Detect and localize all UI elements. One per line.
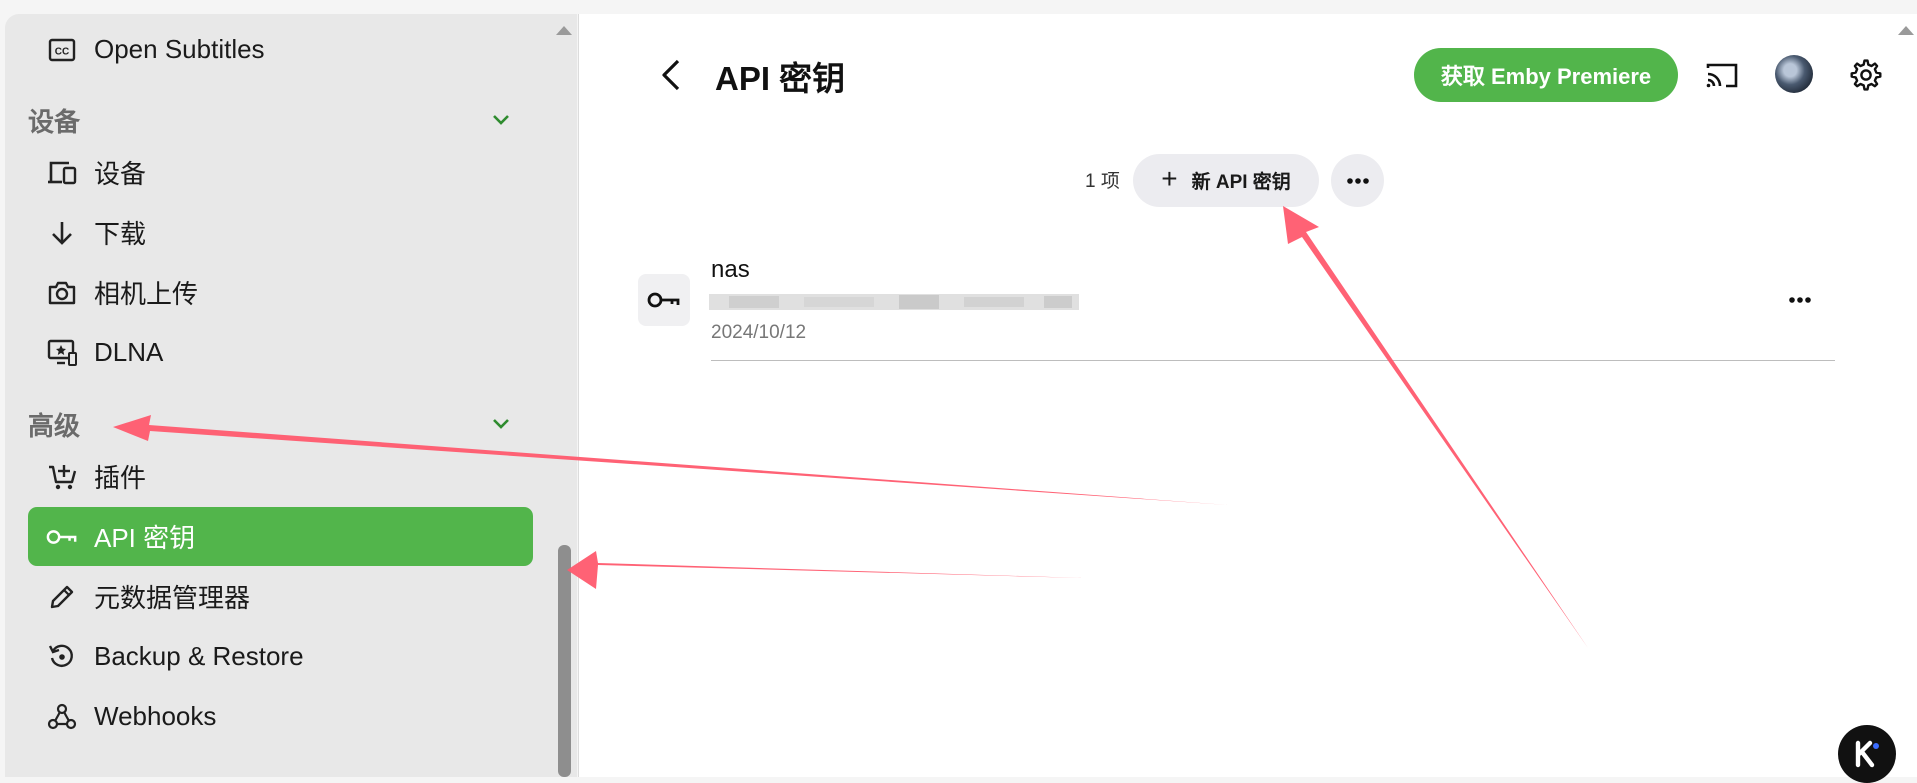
main-content — [578, 14, 1917, 777]
list-divider — [711, 360, 1835, 361]
sidebar-item-backup-restore[interactable]: Backup & Restore — [28, 627, 533, 686]
sidebar-item-dlna[interactable]: DLNA — [28, 323, 533, 382]
new-api-key-button[interactable]: + 新 API 密钥 — [1133, 154, 1319, 207]
get-premiere-button[interactable]: 获取 Emby Premiere — [1414, 48, 1678, 102]
section-title: 高级 — [28, 410, 81, 441]
chevron-down-icon[interactable] — [489, 108, 513, 132]
new-api-key-label: 新 API 密钥 — [1191, 172, 1291, 193]
sidebar-section-header: 高级 — [28, 404, 533, 444]
sidebar-item-downloads[interactable]: 下载 — [28, 203, 533, 262]
item-count: 1 项 — [1085, 171, 1120, 192]
sidebar-item-open-subtitles[interactable]: CC Open Subtitles — [28, 20, 533, 79]
key-icon — [46, 521, 78, 553]
key-list-icon — [638, 274, 690, 326]
sidebar-item-label: Open Subtitles — [94, 34, 265, 64]
sidebar-item-label: 相机上传 — [94, 279, 199, 309]
arrow-down-icon — [46, 217, 78, 249]
svg-text:CC: CC — [55, 46, 69, 57]
k-logo-badge[interactable] — [1838, 725, 1896, 783]
pencil-icon — [46, 581, 78, 613]
sidebar-scrollbar-thumb[interactable] — [558, 545, 571, 777]
cart-plus-icon — [46, 461, 78, 493]
closed-captions-icon: CC — [46, 34, 78, 66]
api-key-name[interactable]: nas — [711, 256, 750, 284]
user-avatar[interactable] — [1775, 55, 1813, 93]
gear-icon[interactable] — [1846, 55, 1886, 95]
sidebar-item-label: 设备 — [94, 159, 147, 189]
api-key-value-redacted — [709, 294, 1079, 310]
plus-icon: + — [1161, 163, 1178, 194]
restore-icon — [46, 641, 78, 673]
chevron-down-icon[interactable] — [489, 412, 513, 436]
sidebar-item-api-keys[interactable]: API 密钥 — [28, 507, 533, 566]
main-scroll-up-arrow[interactable] — [1898, 26, 1914, 35]
dlna-icon — [46, 337, 78, 369]
api-key-date: 2024/10/12 — [711, 322, 807, 343]
ellipsis-icon — [1346, 177, 1369, 184]
sidebar-item-label: DLNA — [94, 337, 164, 367]
sidebar-item-label: API 密钥 — [94, 523, 196, 553]
sidebar-item-label: 下载 — [94, 219, 147, 249]
devices-icon — [46, 157, 78, 189]
sidebar-item-camera-upload[interactable]: 相机上传 — [28, 263, 533, 322]
sidebar-item-label: 元数据管理器 — [94, 583, 251, 613]
cast-icon[interactable] — [1702, 55, 1742, 95]
sidebar-item-plugins[interactable]: 插件 — [28, 447, 533, 506]
back-arrow-icon[interactable] — [652, 55, 692, 95]
page-title: API 密钥 — [715, 60, 846, 97]
sidebar-scroll-up-arrow[interactable] — [556, 26, 572, 35]
sidebar-item-metadata-manager[interactable]: 元数据管理器 — [28, 567, 533, 626]
sidebar-item-webhooks[interactable]: Webhooks — [28, 687, 533, 746]
ellipsis-icon — [1789, 297, 1811, 303]
sidebar-item-label: Backup & Restore — [94, 641, 304, 671]
sidebar-item-label: 插件 — [94, 463, 147, 493]
row-more-button[interactable] — [1780, 282, 1820, 318]
sidebar-section-header: 设备 — [28, 100, 533, 140]
camera-icon — [46, 277, 78, 309]
toolbar-more-button[interactable] — [1331, 154, 1384, 207]
section-title: 设备 — [28, 106, 81, 137]
sidebar-item-label: Webhooks — [94, 701, 217, 731]
webhook-icon — [46, 701, 78, 733]
sidebar-item-devices[interactable]: 设备 — [28, 143, 533, 202]
